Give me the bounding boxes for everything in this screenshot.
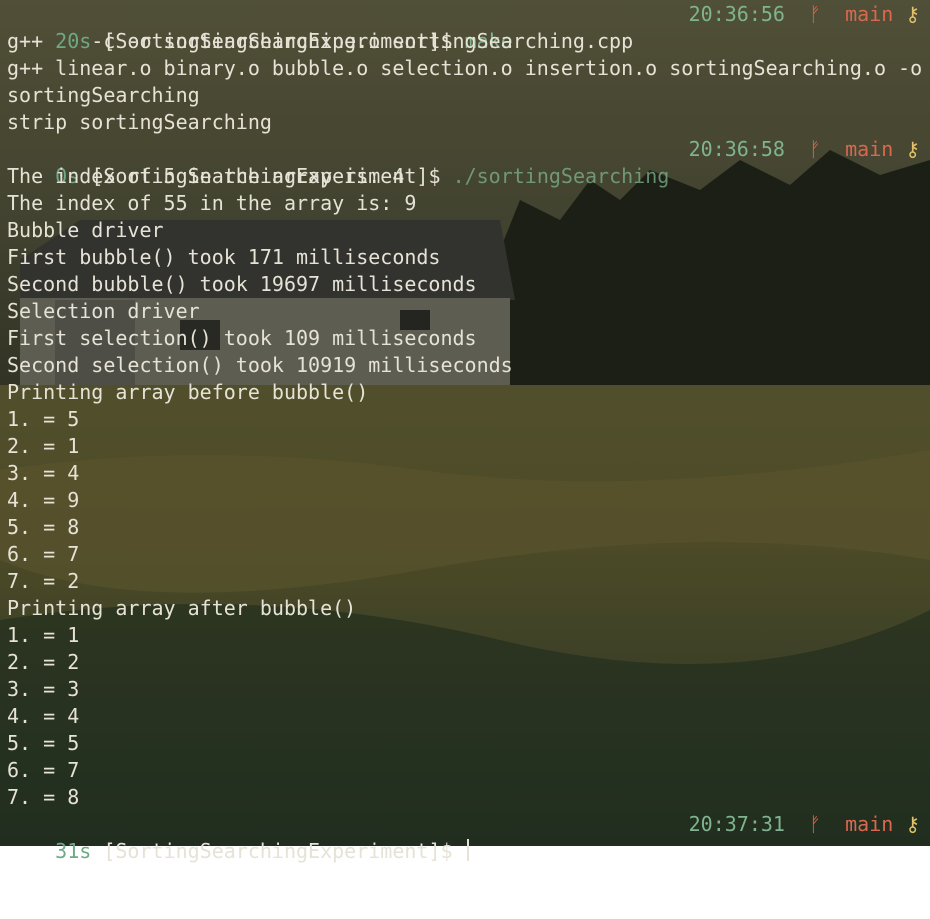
working-directory: [SortingSearchingExperiment] — [103, 839, 441, 863]
output-line: 7. = 8 — [7, 785, 80, 809]
text-cursor — [466, 839, 469, 861]
git-branch-name: main — [845, 2, 894, 26]
output-line: 1. = 1 — [7, 623, 80, 647]
git-branch-icon: ᚠ — [809, 812, 822, 836]
output-line: Second bubble() took 19697 milliseconds — [7, 272, 477, 296]
output-line: 5. = 8 — [7, 515, 80, 539]
output-line: 6. = 7 — [7, 542, 80, 566]
output-line: First selection() took 109 milliseconds — [7, 326, 477, 350]
output-line: Second selection() took 10919 millisecon… — [7, 353, 513, 377]
prompt-line[interactable]: 31s [SortingSearchingExperiment]$ 20:37:… — [7, 811, 920, 863]
output-line: 2. = 2 — [7, 650, 80, 674]
output-line: The index of 5 in the array is: 4 — [7, 164, 405, 188]
prompt-status: 20:36:58 ᚠ main ⚷ — [689, 136, 920, 163]
prompt-line: 20s [SortingSearchingExperiment]$ make 2… — [7, 1, 920, 53]
key-icon: ⚷ — [905, 812, 920, 836]
clock-time: 20:36:56 — [688, 2, 785, 26]
output-line: 7. = 2 — [7, 569, 80, 593]
output-line: First bubble() took 171 milliseconds — [7, 245, 441, 269]
git-branch-icon: ᚠ — [809, 137, 822, 161]
prompt-status: 20:37:31 ᚠ main ⚷ — [689, 811, 920, 838]
output-line: Printing array after bubble() — [7, 596, 357, 620]
output-line: 5. = 5 — [7, 731, 80, 755]
output-line: 3. = 3 — [7, 677, 80, 701]
output-line: g++ -c -o sortingSearching.o sortingSear… — [7, 29, 634, 53]
output-line: 6. = 7 — [7, 758, 80, 782]
output-line: Bubble driver — [7, 218, 164, 242]
terminal[interactable]: 20s [SortingSearchingExperiment]$ make 2… — [7, 1, 923, 863]
key-icon: ⚷ — [905, 137, 920, 161]
output-line: Printing array before bubble() — [7, 380, 369, 404]
clock-time: 20:37:31 — [688, 812, 785, 836]
output-line: Selection driver — [7, 299, 200, 323]
output-line: The index of 55 in the array is: 9 — [7, 191, 417, 215]
prompt-symbol: $ — [440, 839, 453, 863]
output-line: 3. = 4 — [7, 461, 80, 485]
output-line: 4. = 9 — [7, 488, 80, 512]
output-line: 4. = 4 — [7, 704, 80, 728]
command-duration: 31s — [55, 839, 92, 863]
git-branch-icon: ᚠ — [809, 2, 822, 26]
output-line: 2. = 1 — [7, 434, 80, 458]
output-line: 1. = 5 — [7, 407, 80, 431]
output-line: g++ linear.o binary.o bubble.o selection… — [7, 56, 923, 80]
prompt-status: 20:36:56 ᚠ main ⚷ — [689, 1, 920, 28]
output-line: sortingSearching — [7, 83, 200, 107]
git-branch-name: main — [845, 812, 894, 836]
key-icon: ⚷ — [905, 2, 920, 26]
clock-time: 20:36:58 — [688, 137, 785, 161]
output-line: strip sortingSearching — [7, 110, 272, 134]
prompt-line: 0s [SortingSearchingExperiment]$ ./sorti… — [7, 136, 920, 188]
git-branch-name: main — [845, 137, 894, 161]
